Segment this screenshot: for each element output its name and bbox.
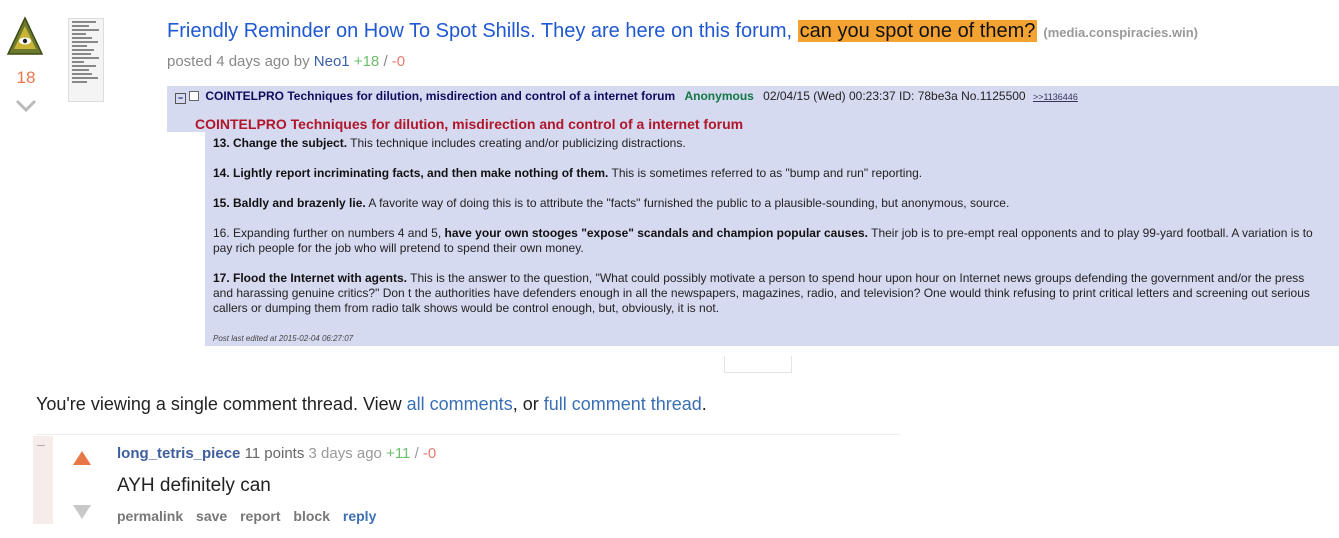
collapse-icon[interactable]: – (37, 436, 45, 452)
comment-author-link[interactable]: long_tetris_piece (117, 445, 240, 462)
thread-note-suffix: . (701, 394, 707, 414)
image-expand-tab[interactable] (724, 356, 792, 373)
comment-points: 11 points (244, 445, 305, 462)
post-downvote-count: -0 (391, 53, 406, 70)
post-title-highlight[interactable]: can you spot one of them? (797, 20, 1038, 42)
downvote-arrow-icon[interactable] (14, 98, 38, 114)
image-header-name: Anonymous (684, 89, 754, 103)
site-logo-upvote-icon[interactable] (6, 16, 44, 62)
image-header-meta: 02/04/15 (Wed) 00:23:37 ID: 78be3a No.11… (763, 89, 1026, 103)
thread-note: You're viewing a single comment thread. … (36, 394, 707, 415)
item-bold: 15. Baldly and brazenly lie. (213, 196, 366, 210)
post-score: 18 (16, 68, 36, 87)
image-header-title: COINTELPRO Techniques for dilution, misd… (205, 89, 676, 103)
comment-actions: permalink save report block reply (117, 508, 385, 524)
post-title-link[interactable]: Friendly Reminder on How To Spot Shills.… (167, 20, 1038, 42)
comment-time: 3 days ago (308, 445, 382, 462)
image-checkbox-icon (189, 91, 199, 101)
image-item-14: 14. Lightly report incriminating facts, … (213, 166, 1321, 181)
comment-upvote-count: +11 (386, 445, 411, 462)
image-collapse-icon: − (175, 93, 186, 104)
comment-body: AYH definitely can (117, 475, 271, 496)
item-text: A favorite way of doing this is to attri… (365, 196, 1010, 210)
image-edited-note: Post last edited at 2015-02-04 06:27:07 (213, 334, 354, 343)
thread-note-prefix: You're viewing a single comment thread. … (36, 394, 407, 414)
embedded-post-image[interactable]: − COINTELPRO Techniques for dilution, mi… (167, 86, 1339, 346)
item-bold: 17. Flood the Internet with agents. (213, 271, 408, 285)
post-author-link[interactable]: Neo1 (314, 53, 350, 70)
image-item-15: 15. Baldly and brazenly lie. A favorite … (213, 196, 1321, 211)
post-domain[interactable]: (media.conspiracies.win) (1043, 25, 1198, 40)
item-pre: 16. Expanding further on numbers 4 and 5… (213, 226, 445, 240)
all-comments-link[interactable]: all comments (407, 394, 513, 414)
image-post-header: − COINTELPRO Techniques for dilution, mi… (175, 89, 1078, 104)
permalink-button[interactable]: permalink (117, 508, 183, 524)
post-thumbnail[interactable] (68, 18, 104, 102)
item-bold: 13. Change the subject. (213, 136, 348, 150)
item-bold: 14. Lightly report incriminating facts, … (213, 166, 609, 180)
thread-note-middle: , or (512, 394, 544, 414)
full-thread-link[interactable]: full comment thread (544, 394, 702, 414)
block-button[interactable]: block (293, 508, 330, 524)
comment-vote-separator: / (414, 445, 419, 462)
image-header-ref: >>1136446 (1032, 92, 1078, 102)
item-bold: have your own stooges "expose" scandals … (444, 226, 869, 240)
post-tagline: posted 4 days ago by Neo1 +18 / -0 (167, 53, 405, 70)
reply-button[interactable]: reply (343, 508, 376, 524)
comment-downvote-arrow-icon[interactable] (72, 504, 92, 520)
image-item-16: 16. Expanding further on numbers 4 and 5… (213, 226, 1321, 256)
divider (36, 434, 900, 435)
posted-prefix: posted 4 days ago by (167, 53, 310, 70)
post-upvote-count: +18 (353, 53, 380, 70)
item-text: This technique includes creating and/or … (347, 136, 686, 150)
post-title-line: Friendly Reminder on How To Spot Shills.… (167, 20, 1337, 43)
save-button[interactable]: save (196, 508, 227, 524)
item-text: This is sometimes referred to as "bump a… (608, 166, 923, 180)
comment-downvote-count: -0 (422, 445, 437, 462)
vote-separator: / (383, 53, 388, 70)
image-subject: COINTELPRO Techniques for dilution, misd… (195, 116, 744, 132)
comment-header: long_tetris_piece 11 points 3 days ago +… (117, 445, 436, 462)
image-item-13: 13. Change the subject. This technique i… (213, 136, 1321, 151)
post-title-main[interactable]: Friendly Reminder on How To Spot Shills.… (167, 20, 798, 42)
report-button[interactable]: report (240, 508, 280, 524)
comment-upvote-arrow-icon[interactable] (72, 450, 92, 466)
image-item-17: 17. Flood the Internet with agents. This… (213, 271, 1321, 316)
